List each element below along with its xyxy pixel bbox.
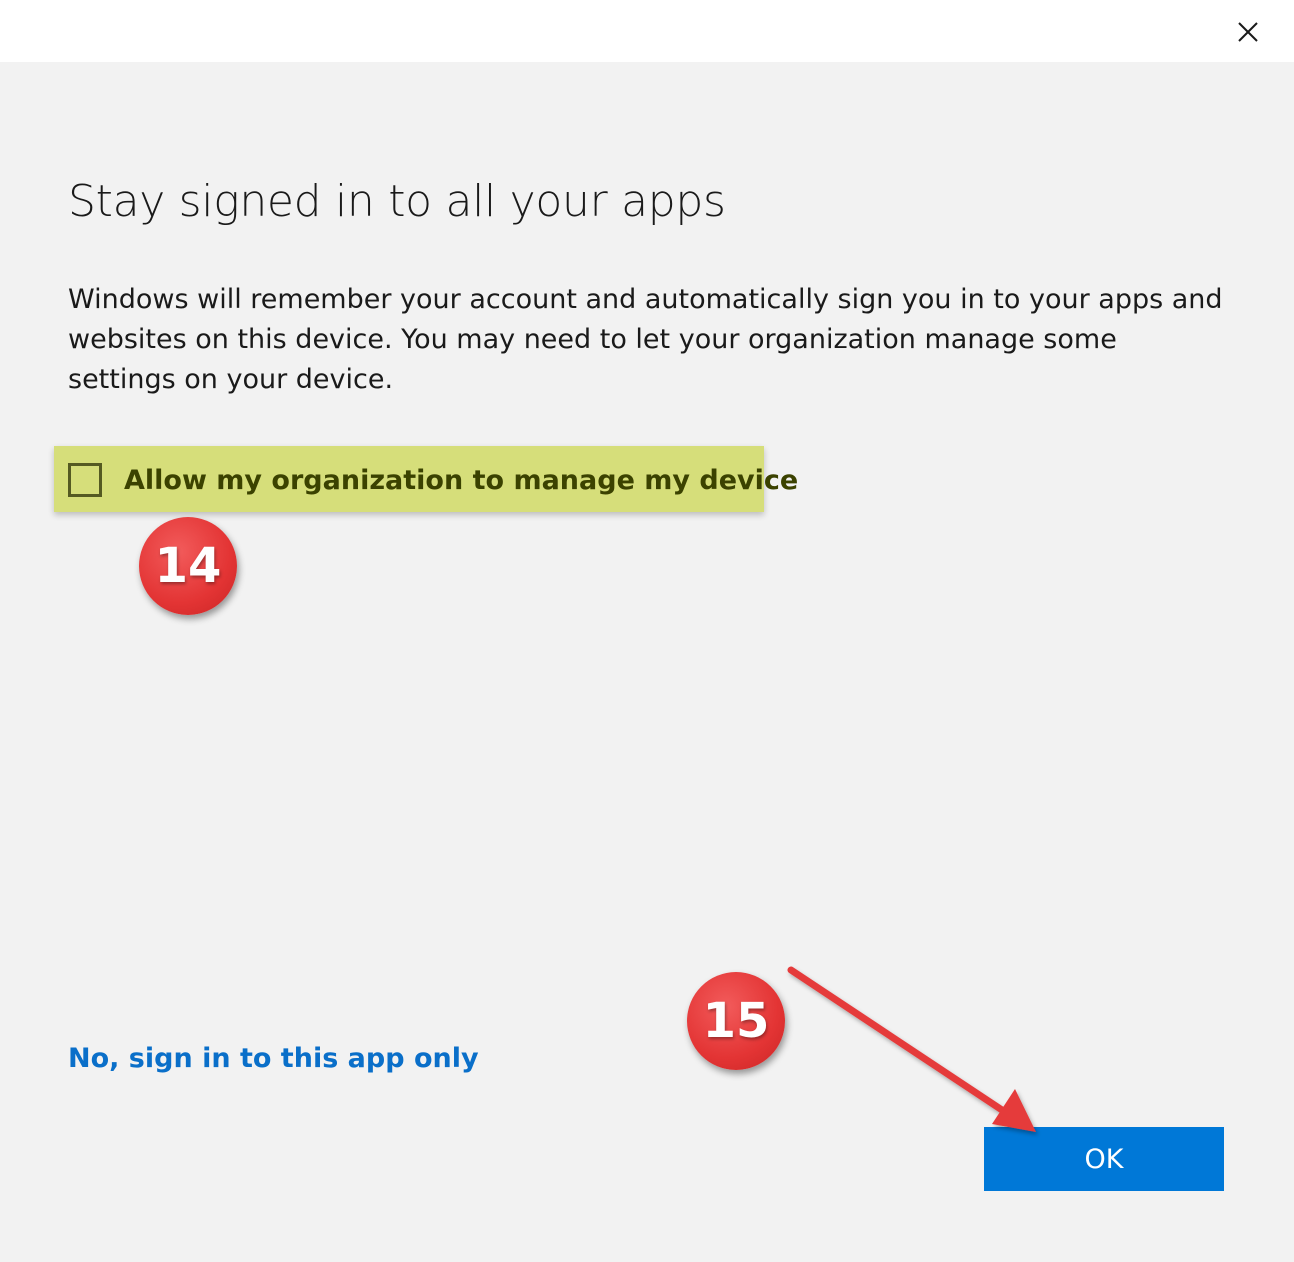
arrow-icon: [787, 966, 1036, 1132]
sign-in-this-app-only-link[interactable]: No, sign in to this app only: [68, 1043, 479, 1074]
manage-device-checkbox[interactable]: Allow my organization to manage my devic…: [68, 460, 798, 500]
step-badge-14: 14: [139, 517, 237, 615]
close-icon: [1238, 22, 1258, 42]
checkbox-label[interactable]: Allow my organization to manage my devic…: [124, 465, 798, 496]
checkbox-box[interactable]: [68, 463, 102, 497]
close-button[interactable]: [1228, 12, 1268, 52]
step-badge-15: 15: [687, 972, 785, 1070]
ok-button[interactable]: OK: [984, 1127, 1224, 1191]
dialog-window: Stay signed in to all your apps Windows …: [0, 0, 1294, 1262]
dialog-heading: Stay signed in to all your apps: [68, 176, 726, 227]
title-bar: [0, 0, 1294, 62]
dialog-description: Windows will remember your account and a…: [68, 284, 1223, 395]
